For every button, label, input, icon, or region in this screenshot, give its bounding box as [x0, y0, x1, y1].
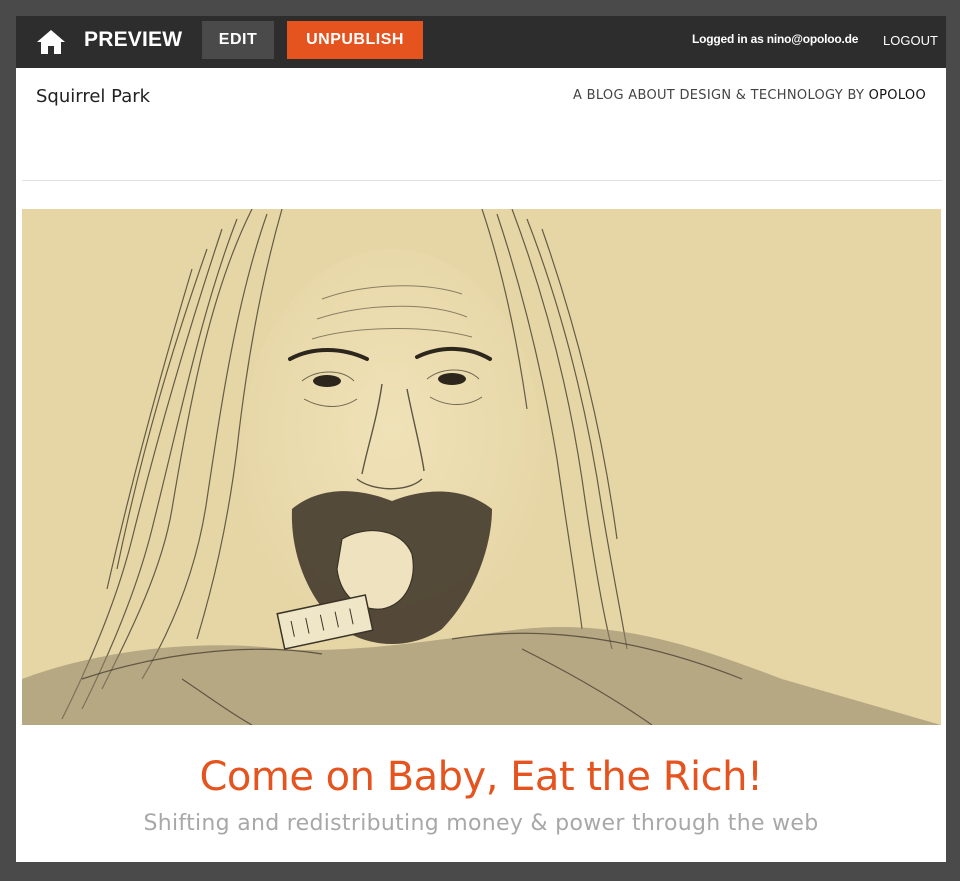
logout-button[interactable]: LOGOUT: [883, 33, 938, 48]
logged-in-status: Logged in as nino@opoloo.de: [692, 32, 859, 46]
tagline-prefix: A BLOG ABOUT DESIGN & TECHNOLOGY BY: [573, 88, 869, 103]
post-title: Come on Baby, Eat the Rich!: [199, 754, 763, 800]
tagline-author-link[interactable]: OPOLOO: [869, 88, 926, 103]
preview-label: PREVIEW: [84, 28, 183, 51]
blog-tagline: A BLOG ABOUT DESIGN & TECHNOLOGY BY OPOL…: [573, 88, 926, 103]
admin-toolbar: PREVIEW EDIT UNPUBLISH Logged in as nino…: [16, 16, 946, 68]
browser-frame: PREVIEW EDIT UNPUBLISH Logged in as nino…: [16, 16, 946, 862]
blog-header: [22, 68, 942, 181]
home-icon: [37, 30, 65, 54]
post-subtitle: Shifting and redistributing money & powe…: [143, 811, 819, 836]
hero-image: [22, 209, 941, 725]
site-name-link[interactable]: Squirrel Park: [36, 86, 150, 107]
home-button[interactable]: [34, 25, 68, 59]
unpublish-button[interactable]: UNPUBLISH: [287, 21, 423, 59]
pencil-sketch-portrait: [22, 209, 941, 725]
edit-button[interactable]: EDIT: [202, 21, 274, 59]
